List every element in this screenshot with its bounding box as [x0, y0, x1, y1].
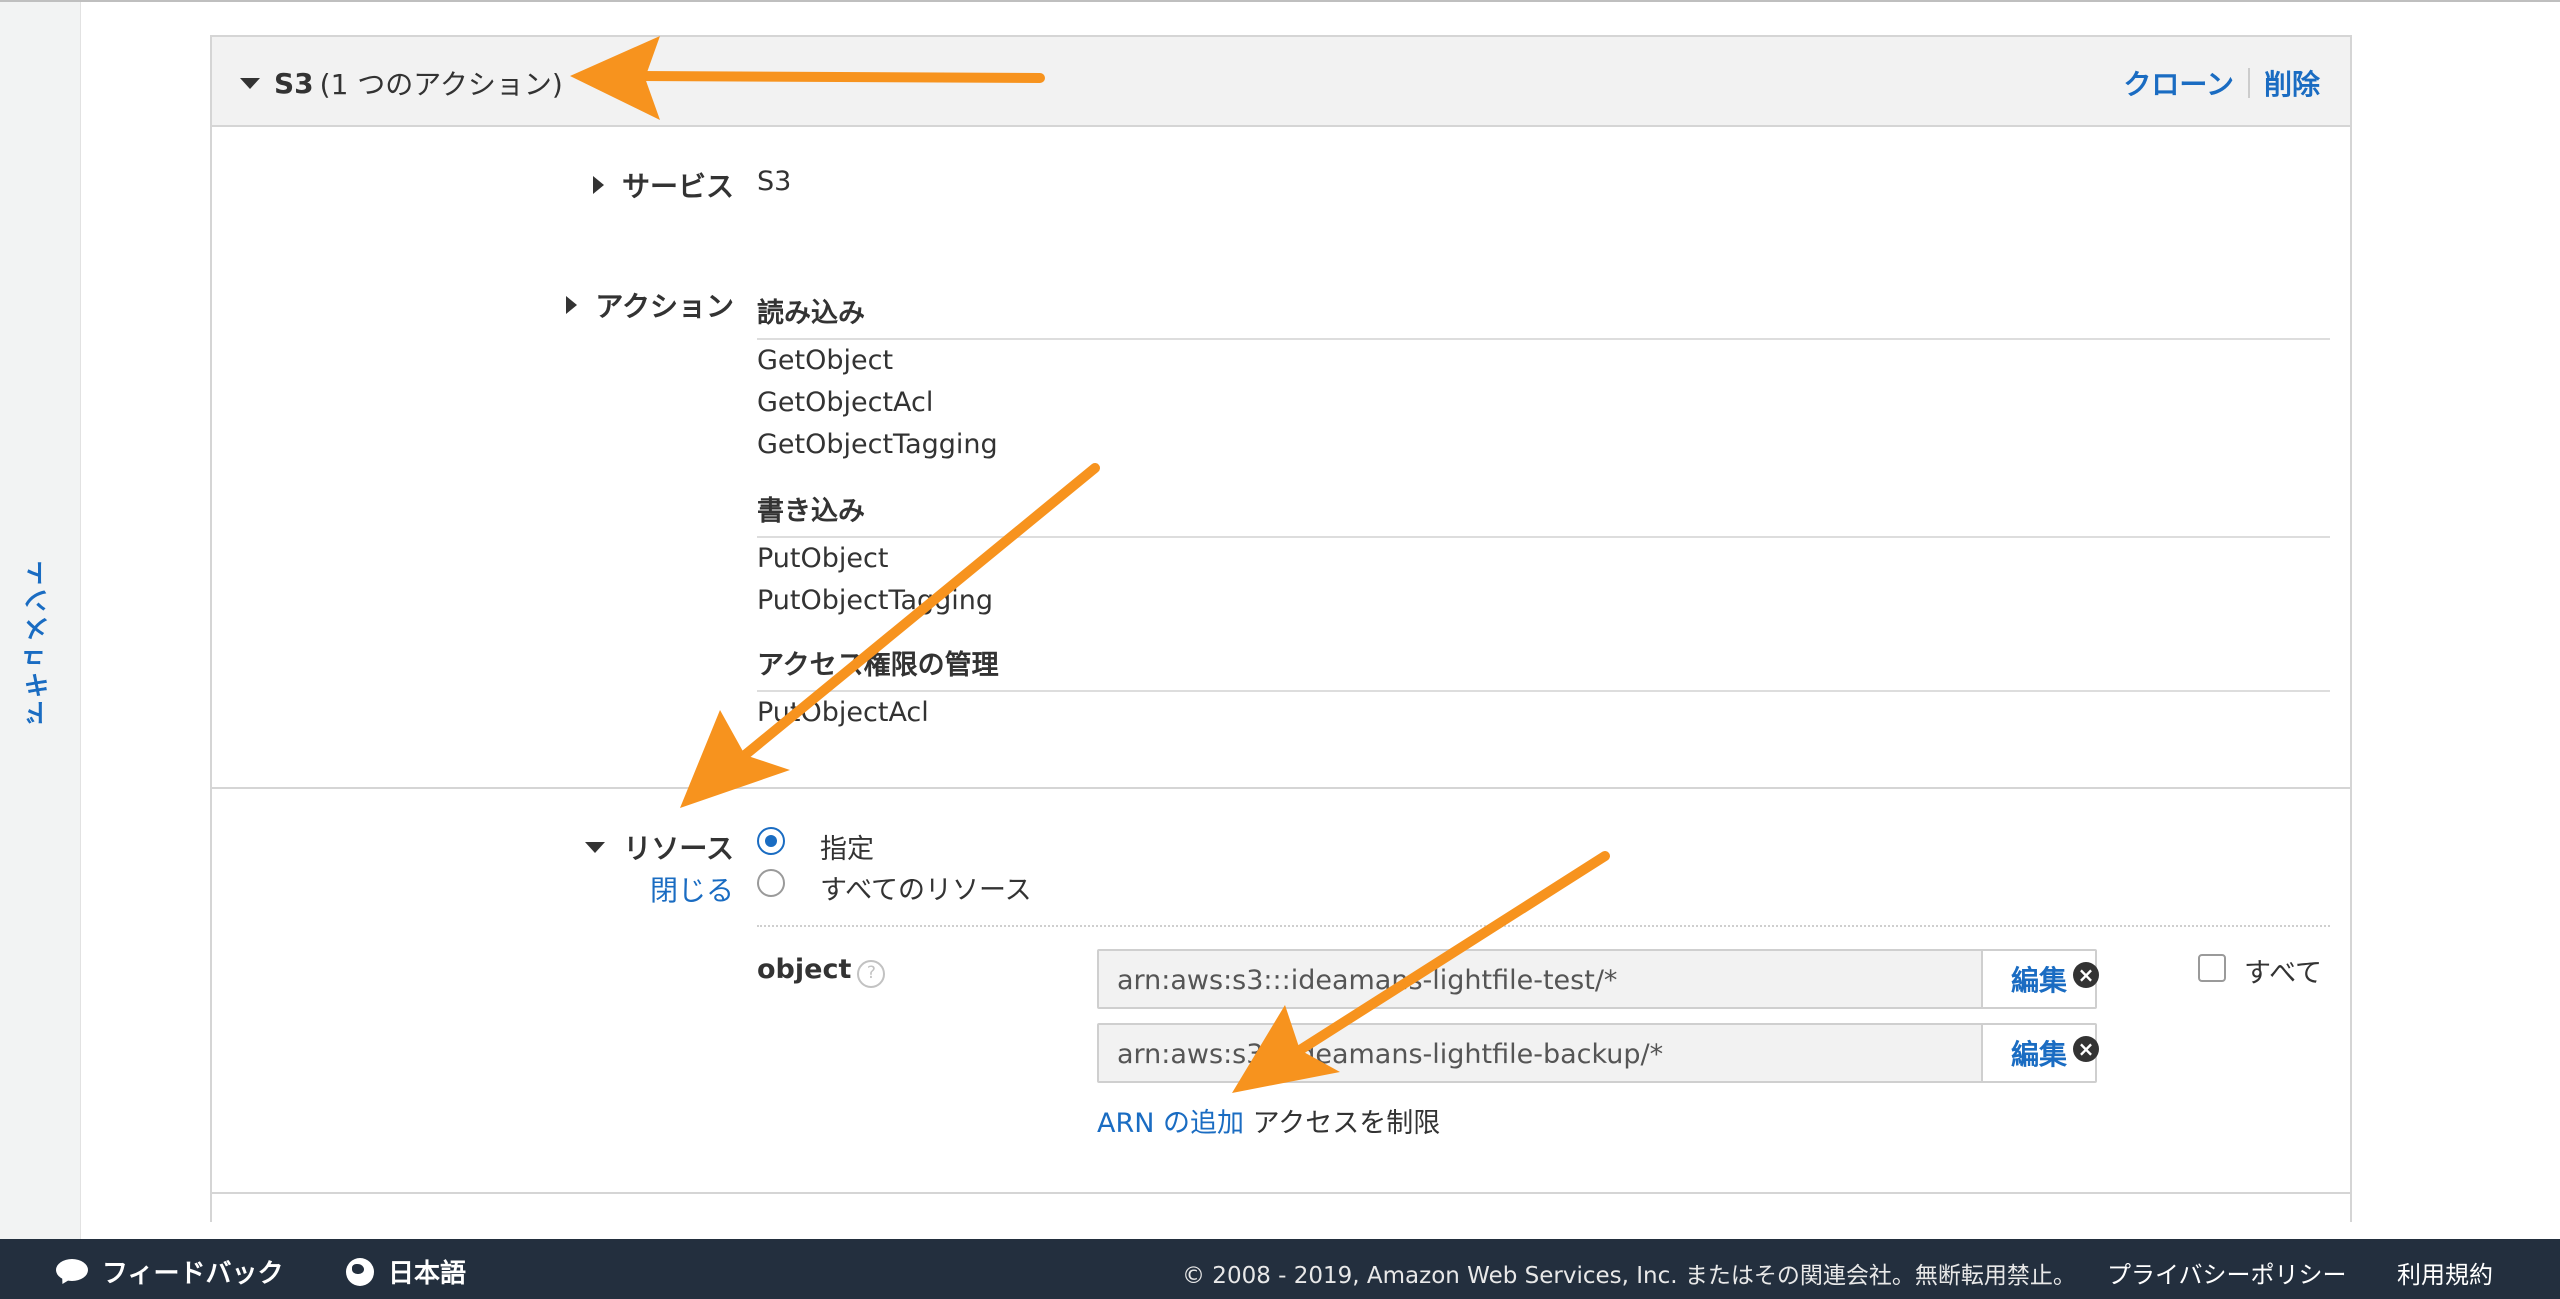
- annotation-arrows: [570, 36, 1610, 1093]
- language-selector[interactable]: 日本語: [346, 1253, 466, 1290]
- chat-bubble-icon: [56, 1258, 88, 1285]
- privacy-link[interactable]: プライバシーポリシー: [2107, 1255, 2347, 1290]
- globe-icon: [346, 1257, 374, 1286]
- footer: フィードバック 日本語 © 2008 - 2019, Amazon Web Se…: [0, 1239, 2560, 1299]
- copyright-text: © 2008 - 2019, Amazon Web Services, Inc.…: [1182, 1263, 2076, 1289]
- feedback-button[interactable]: フィードバック: [56, 1253, 283, 1290]
- terms-link[interactable]: 利用規約: [2397, 1255, 2493, 1290]
- feedback-label: フィードバック: [102, 1259, 284, 1289]
- language-label: 日本語: [388, 1259, 467, 1289]
